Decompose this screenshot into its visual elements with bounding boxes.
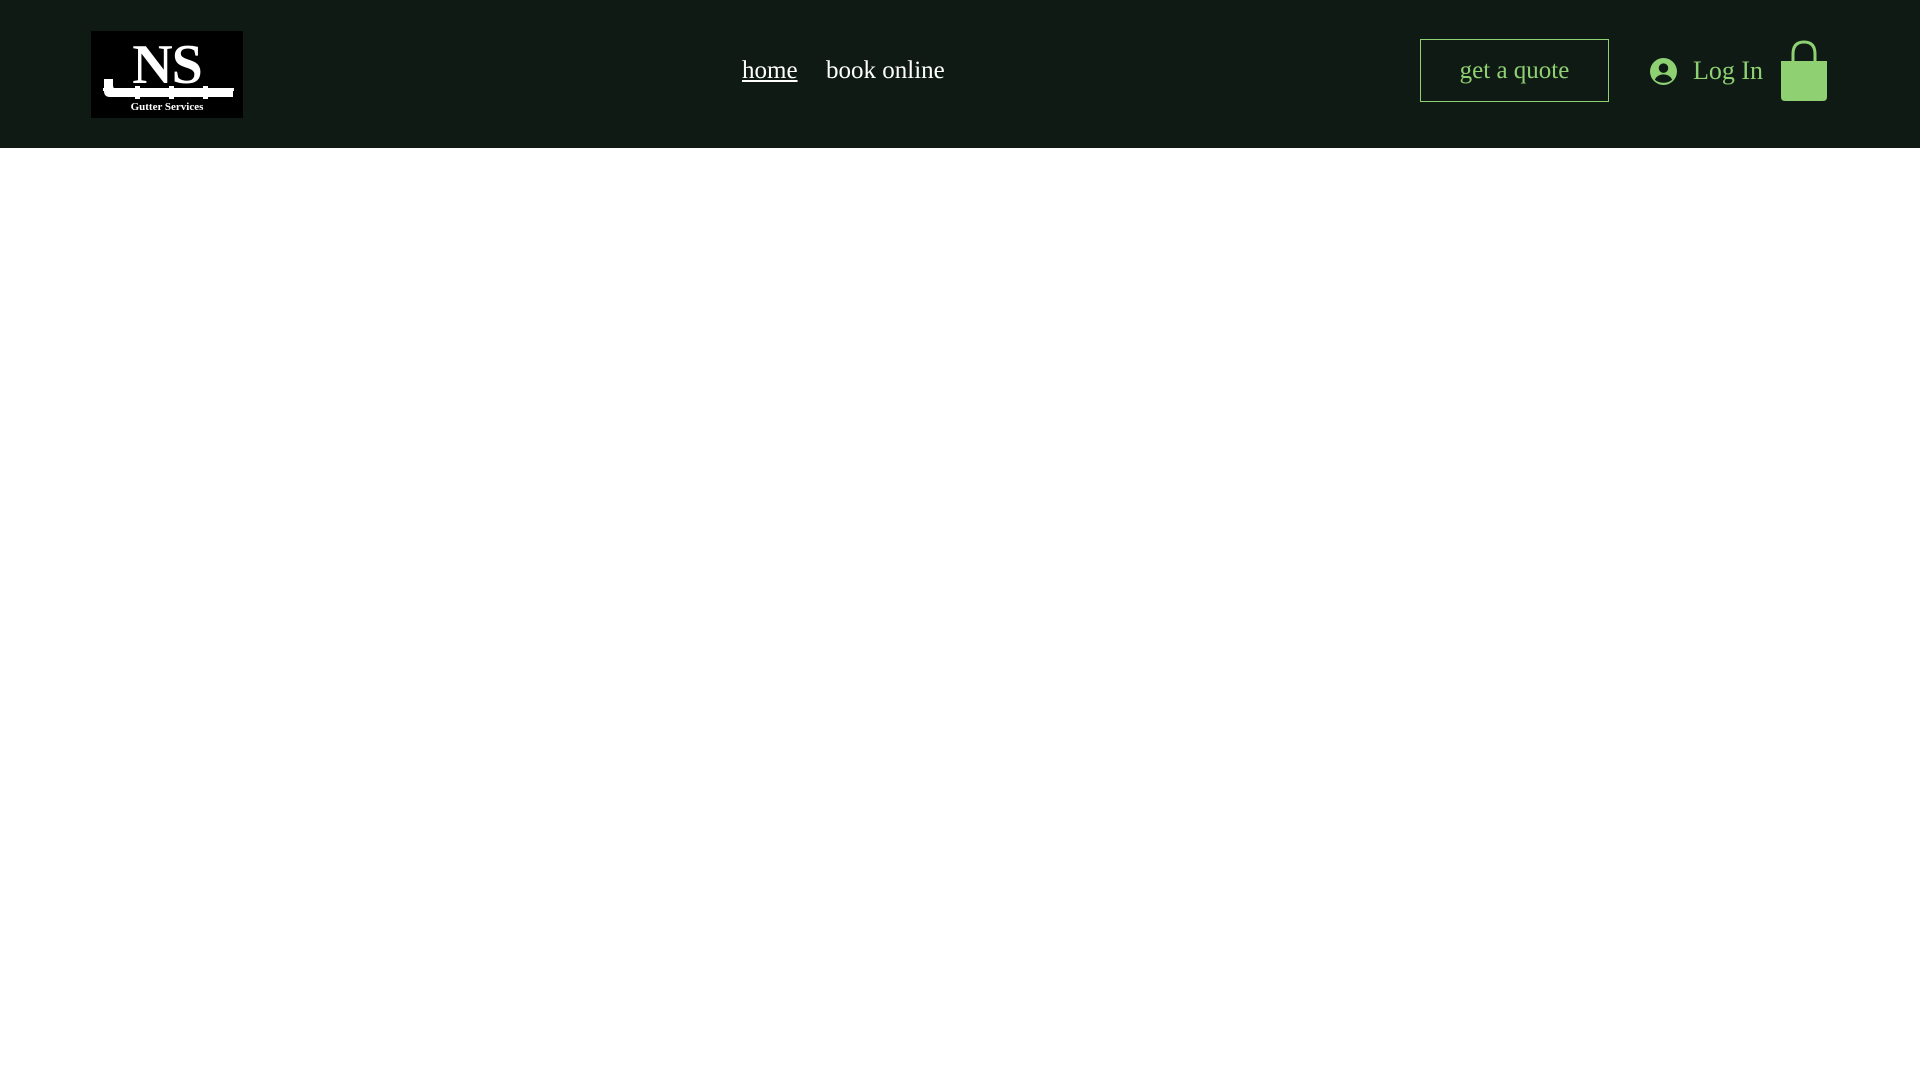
cart-button[interactable] xyxy=(1779,39,1829,102)
logo-subtitle: Gutter Services xyxy=(130,101,204,113)
get-a-quote-button[interactable]: get a quote xyxy=(1420,39,1609,102)
nav-book-online-link[interactable]: book online xyxy=(826,52,945,90)
site-header: NS Gutter Services home book online get … xyxy=(0,0,1920,148)
shopping-bag-icon xyxy=(1781,40,1827,101)
login-button[interactable]: Log In xyxy=(1650,51,1763,91)
site-logo[interactable]: NS Gutter Services xyxy=(91,31,243,118)
nav-home-link[interactable]: home xyxy=(742,52,798,90)
login-label: Log In xyxy=(1693,56,1764,85)
logo-text: NS xyxy=(132,34,203,96)
user-circle-icon xyxy=(1650,57,1677,85)
